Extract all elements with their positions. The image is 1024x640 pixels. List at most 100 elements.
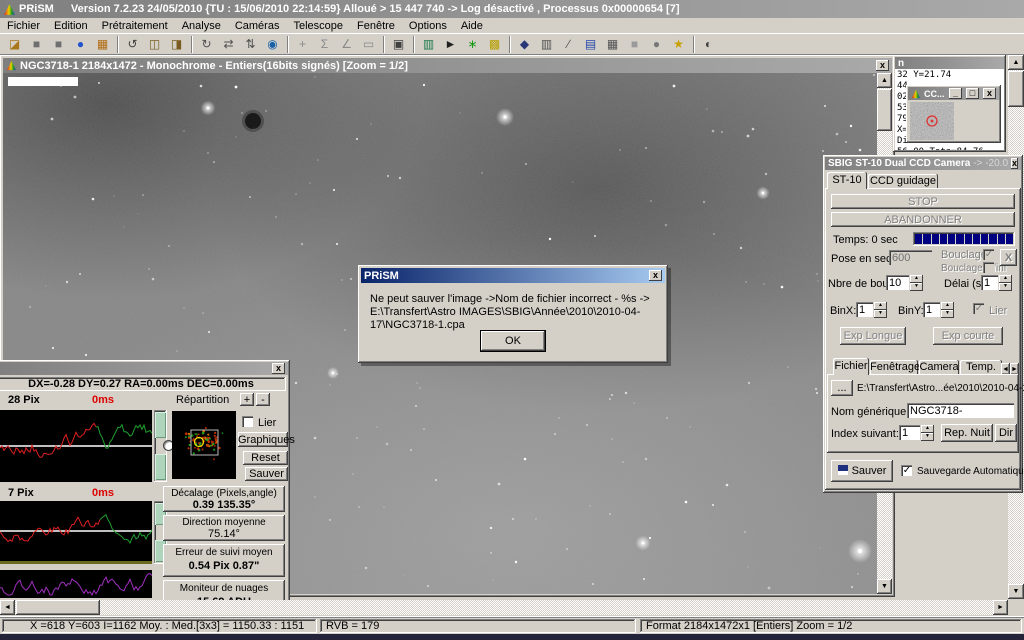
- tab-temp-ccd[interactable]: Temp. CC: [960, 360, 1002, 375]
- block-icon[interactable]: ■: [26, 35, 47, 54]
- binx-stepper[interactable]: ▲▼: [874, 302, 887, 318]
- block2-icon[interactable]: ■: [48, 35, 69, 54]
- scroll-thumb[interactable]: [16, 600, 100, 615]
- menu-aide[interactable]: Aide: [454, 19, 490, 33]
- scroll-up-icon[interactable]: ▲: [877, 73, 892, 88]
- browse-button[interactable]: ...: [831, 380, 853, 396]
- index-suivant-input[interactable]: [899, 425, 921, 441]
- grid-icon[interactable]: ▦: [602, 35, 623, 54]
- calendar-icon[interactable]: ▦: [92, 35, 113, 54]
- star-icon[interactable]: ★: [668, 35, 689, 54]
- slider1-lower-handle[interactable]: [155, 454, 166, 480]
- abandonner-button[interactable]: ABANDONNER: [831, 212, 1015, 227]
- nbre-boucles-input[interactable]: [886, 275, 910, 291]
- globe2-icon[interactable]: ◐: [698, 35, 719, 54]
- stop-button[interactable]: STOP: [831, 194, 1015, 209]
- index-stepper[interactable]: ▲▼: [921, 425, 934, 441]
- sum-icon[interactable]: Σ: [314, 35, 335, 54]
- cc-close-icon[interactable]: x: [983, 88, 996, 99]
- pen-icon[interactable]: ∕: [558, 35, 579, 54]
- zoom-globe-icon[interactable]: ◉: [262, 35, 283, 54]
- exp-longue-button[interactable]: Exp Longue: [840, 327, 906, 345]
- tab-ccd-guidage[interactable]: CCD guidage: [868, 174, 938, 189]
- zoom-minus-button[interactable]: -: [256, 393, 270, 406]
- bouclage-checkbox[interactable]: ✓: [983, 249, 995, 261]
- sauver-button[interactable]: Sauver: [831, 460, 893, 482]
- bouclage-infini-checkbox[interactable]: [983, 262, 995, 274]
- lier-bin-checkbox[interactable]: ✓: [973, 303, 985, 315]
- tab-st10[interactable]: ST-10: [827, 172, 867, 189]
- direction-box: Direction moyenne 75.14°: [163, 515, 285, 541]
- info-icon[interactable]: ●: [70, 35, 91, 54]
- exp-courte-button[interactable]: Exp courte: [933, 327, 1003, 345]
- scroll-track[interactable]: [15, 600, 993, 615]
- profile-icon[interactable]: ∠: [336, 35, 357, 54]
- sphere-icon[interactable]: ●: [646, 35, 667, 54]
- transfer-icon[interactable]: ▥: [418, 35, 439, 54]
- nbre-boucles-stepper[interactable]: ▲▼: [910, 275, 923, 291]
- mdi-hscrollbar[interactable]: ◄ ►: [0, 600, 1008, 615]
- tab-fenetrage[interactable]: Fenêtrage: [870, 360, 918, 375]
- menu-options[interactable]: Options: [402, 19, 454, 33]
- lier-checkbox[interactable]: [242, 416, 254, 428]
- region-icon[interactable]: ▭: [358, 35, 379, 54]
- tab-camera[interactable]: Camera: [919, 360, 959, 375]
- reset-button[interactable]: Reset: [243, 451, 288, 465]
- menu-edition[interactable]: Edition: [47, 19, 95, 33]
- sauvegarde-auto-checkbox[interactable]: ✓: [901, 465, 913, 477]
- slider1-upper-handle[interactable]: [155, 412, 166, 438]
- scroll-down-icon[interactable]: ▼: [877, 579, 892, 594]
- save-icon[interactable]: ◆: [514, 35, 535, 54]
- scroll-down-icon[interactable]: ▼: [1008, 584, 1024, 599]
- menu-prétraitement[interactable]: Prétraitement: [95, 19, 175, 33]
- delai-stepper[interactable]: ▲▼: [999, 275, 1012, 291]
- guide-error-graph-y: [0, 501, 152, 561]
- menu-fichier[interactable]: Fichier: [0, 19, 47, 33]
- decalage-value: 0.39 135.35°: [163, 499, 285, 511]
- rep-nuit-button[interactable]: Rep. Nuit: [941, 424, 993, 442]
- scroll-up-icon[interactable]: ▲: [1008, 55, 1024, 70]
- dir-button[interactable]: Dir: [995, 424, 1017, 442]
- scroll-thumb[interactable]: [877, 89, 892, 131]
- scroll-right-icon[interactable]: ►: [993, 600, 1008, 615]
- sauver-graph-button[interactable]: Sauver: [245, 467, 288, 481]
- dialog-close-icon[interactable]: x: [649, 270, 662, 281]
- comet-icon[interactable]: ∗: [462, 35, 483, 54]
- sbig-close-icon[interactable]: x: [1011, 158, 1018, 169]
- image-window-close-icon[interactable]: x: [876, 60, 889, 71]
- binx-input[interactable]: [856, 302, 874, 318]
- undo-icon[interactable]: ↺: [122, 35, 143, 54]
- stack-icon[interactable]: ▤: [580, 35, 601, 54]
- menu-telescope[interactable]: Telescope: [286, 19, 350, 33]
- load-image-icon[interactable]: ◪: [4, 35, 25, 54]
- flag-icon[interactable]: ►: [440, 35, 461, 54]
- scroll-thumb[interactable]: [1008, 71, 1024, 107]
- menu-fenêtre[interactable]: Fenêtre: [350, 19, 402, 33]
- plain-icon[interactable]: ■: [624, 35, 645, 54]
- table-icon[interactable]: ▥: [536, 35, 557, 54]
- mirror-h-icon[interactable]: ⇄: [218, 35, 239, 54]
- menu-caméras[interactable]: Caméras: [228, 19, 287, 33]
- graphiques-button[interactable]: Graphiques: [238, 432, 288, 447]
- guider-close-icon[interactable]: x: [272, 363, 285, 374]
- nom-generique-input[interactable]: [907, 403, 1015, 419]
- crosshair-icon[interactable]: +: [292, 35, 313, 54]
- display-icon[interactable]: ▣: [388, 35, 409, 54]
- paste-icon[interactable]: ◨: [166, 35, 187, 54]
- delai-input[interactable]: [981, 275, 999, 291]
- ccd-icon[interactable]: ▩: [484, 35, 505, 54]
- rotate-icon[interactable]: ↻: [196, 35, 217, 54]
- biny-input[interactable]: [923, 302, 941, 318]
- cc-maximize-icon[interactable]: □: [966, 88, 979, 99]
- menu-analyse[interactable]: Analyse: [175, 19, 228, 33]
- cc-minimize-icon[interactable]: _: [949, 88, 962, 99]
- pose-input[interactable]: [889, 250, 933, 266]
- zoom-plus-button[interactable]: +: [240, 393, 254, 406]
- cancel-x-button[interactable]: X: [1000, 249, 1017, 266]
- tab-fichier[interactable]: Fichier: [833, 358, 869, 375]
- biny-stepper[interactable]: ▲▼: [941, 302, 954, 318]
- scroll-left-icon[interactable]: ◄: [0, 600, 15, 615]
- mirror-v-icon[interactable]: ⇅: [240, 35, 261, 54]
- copy-icon[interactable]: ◫: [144, 35, 165, 54]
- ok-button[interactable]: OK: [481, 331, 545, 351]
